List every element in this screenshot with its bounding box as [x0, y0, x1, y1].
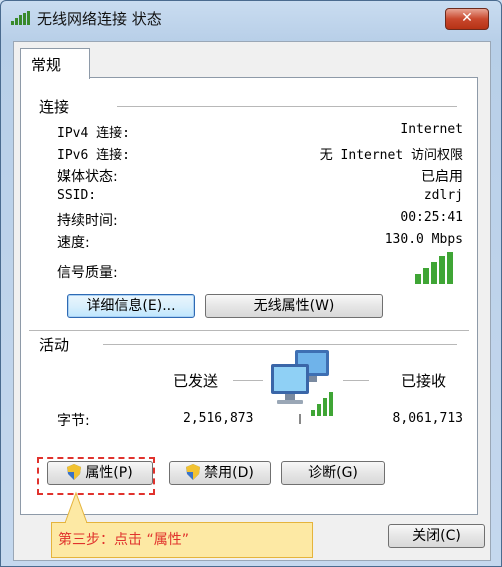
- duration-value: 00:25:41: [400, 210, 463, 225]
- uac-shield-icon: [186, 464, 201, 480]
- close-button[interactable]: 关闭(C): [388, 524, 485, 548]
- signal-icon: [415, 252, 453, 284]
- bytes-label: 字节:: [57, 413, 90, 429]
- sent-line: [233, 380, 263, 382]
- activity-heading: 活动: [39, 336, 70, 354]
- step-highlight-box: [37, 457, 155, 495]
- disable-button-label: 禁用(D): [204, 465, 254, 481]
- signal-icon: [11, 11, 30, 25]
- bytes-sent: 2,516,873: [183, 411, 254, 426]
- wireless-properties-button[interactable]: 无线属性(W): [205, 294, 383, 318]
- tab-general[interactable]: 常规: [20, 48, 90, 79]
- ssid-value: zdlrj: [423, 188, 463, 203]
- ipv6-value: 无 Internet 访问权限: [319, 148, 463, 163]
- tab-label: 常规: [31, 56, 62, 74]
- received-line: [343, 380, 369, 382]
- details-button[interactable]: 详细信息(E)...: [67, 294, 195, 318]
- disable-button[interactable]: 禁用(D): [169, 461, 271, 485]
- ipv4-label: IPv4 连接:: [57, 126, 130, 141]
- ipv4-value: Internet: [400, 122, 463, 137]
- status-dialog: 无线网络连接 状态 ✕ 常规 连接 IPv4 连接: Internet IPv6…: [0, 0, 502, 567]
- window-title: 无线网络连接 状态: [37, 10, 162, 28]
- title-bar[interactable]: 无线网络连接 状态 ✕: [1, 1, 501, 33]
- bytes-received: 8,061,713: [392, 411, 463, 426]
- close-icon[interactable]: ✕: [445, 8, 489, 30]
- ssid-label: SSID:: [57, 188, 97, 203]
- speed-label: 速度:: [57, 235, 90, 251]
- ipv6-label: IPv6 连接:: [57, 148, 130, 163]
- general-panel: 连接 IPv4 连接: Internet IPv6 连接: 无 Internet…: [20, 77, 478, 515]
- sent-label: 已发送: [173, 372, 219, 390]
- diagnose-button[interactable]: 诊断(G): [281, 461, 385, 485]
- callout-pointer: [64, 491, 88, 523]
- step-callout: 第三步：点击 “属性”: [51, 522, 313, 558]
- network-computers-icon: [271, 350, 333, 424]
- divider: [103, 344, 457, 346]
- media-state-value: 已启用: [421, 169, 463, 185]
- media-state-label: 媒体状态:: [57, 169, 118, 185]
- divider: [29, 330, 469, 332]
- divider: [117, 106, 457, 108]
- speed-value: 130.0 Mbps: [384, 232, 463, 247]
- connection-heading: 连接: [39, 98, 70, 116]
- signal-quality-label: 信号质量:: [57, 265, 118, 281]
- duration-label: 持续时间:: [57, 213, 118, 229]
- received-label: 已接收: [401, 372, 447, 390]
